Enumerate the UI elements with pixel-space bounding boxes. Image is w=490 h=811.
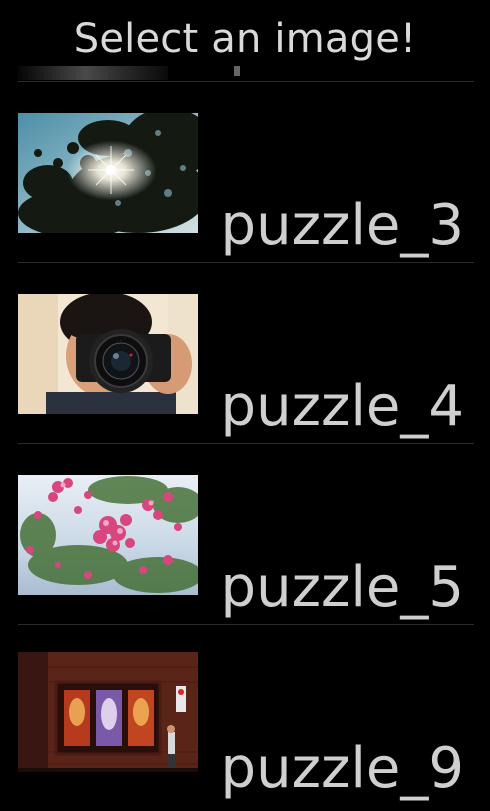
thumbnail-theater-posters-building [18,652,198,772]
item-label: puzzle_9 [220,736,464,801]
list-item-puzzle-4[interactable]: · puzzle_4 [0,263,490,443]
thumbnail-person-with-camera: · [18,294,198,414]
svg-text:·: · [120,338,121,343]
page-title: Select an image! [73,16,417,62]
item-label: puzzle_4 [220,374,464,439]
list-item-puzzle-9[interactable]: puzzle_9 [0,625,490,805]
list-item-puzzle-5[interactable]: puzzle_5 [0,444,490,624]
thumbnail-sun-through-tree [18,113,198,233]
thumbnail-pink-flowers [18,475,198,595]
list-item-puzzle-3[interactable]: puzzle_3 [0,82,490,262]
image-picker-screen: Select an image! puzzle_3 · puzzle_4 puz… [0,0,490,811]
item-label: puzzle_5 [220,555,464,620]
item-label: puzzle_3 [220,193,464,258]
